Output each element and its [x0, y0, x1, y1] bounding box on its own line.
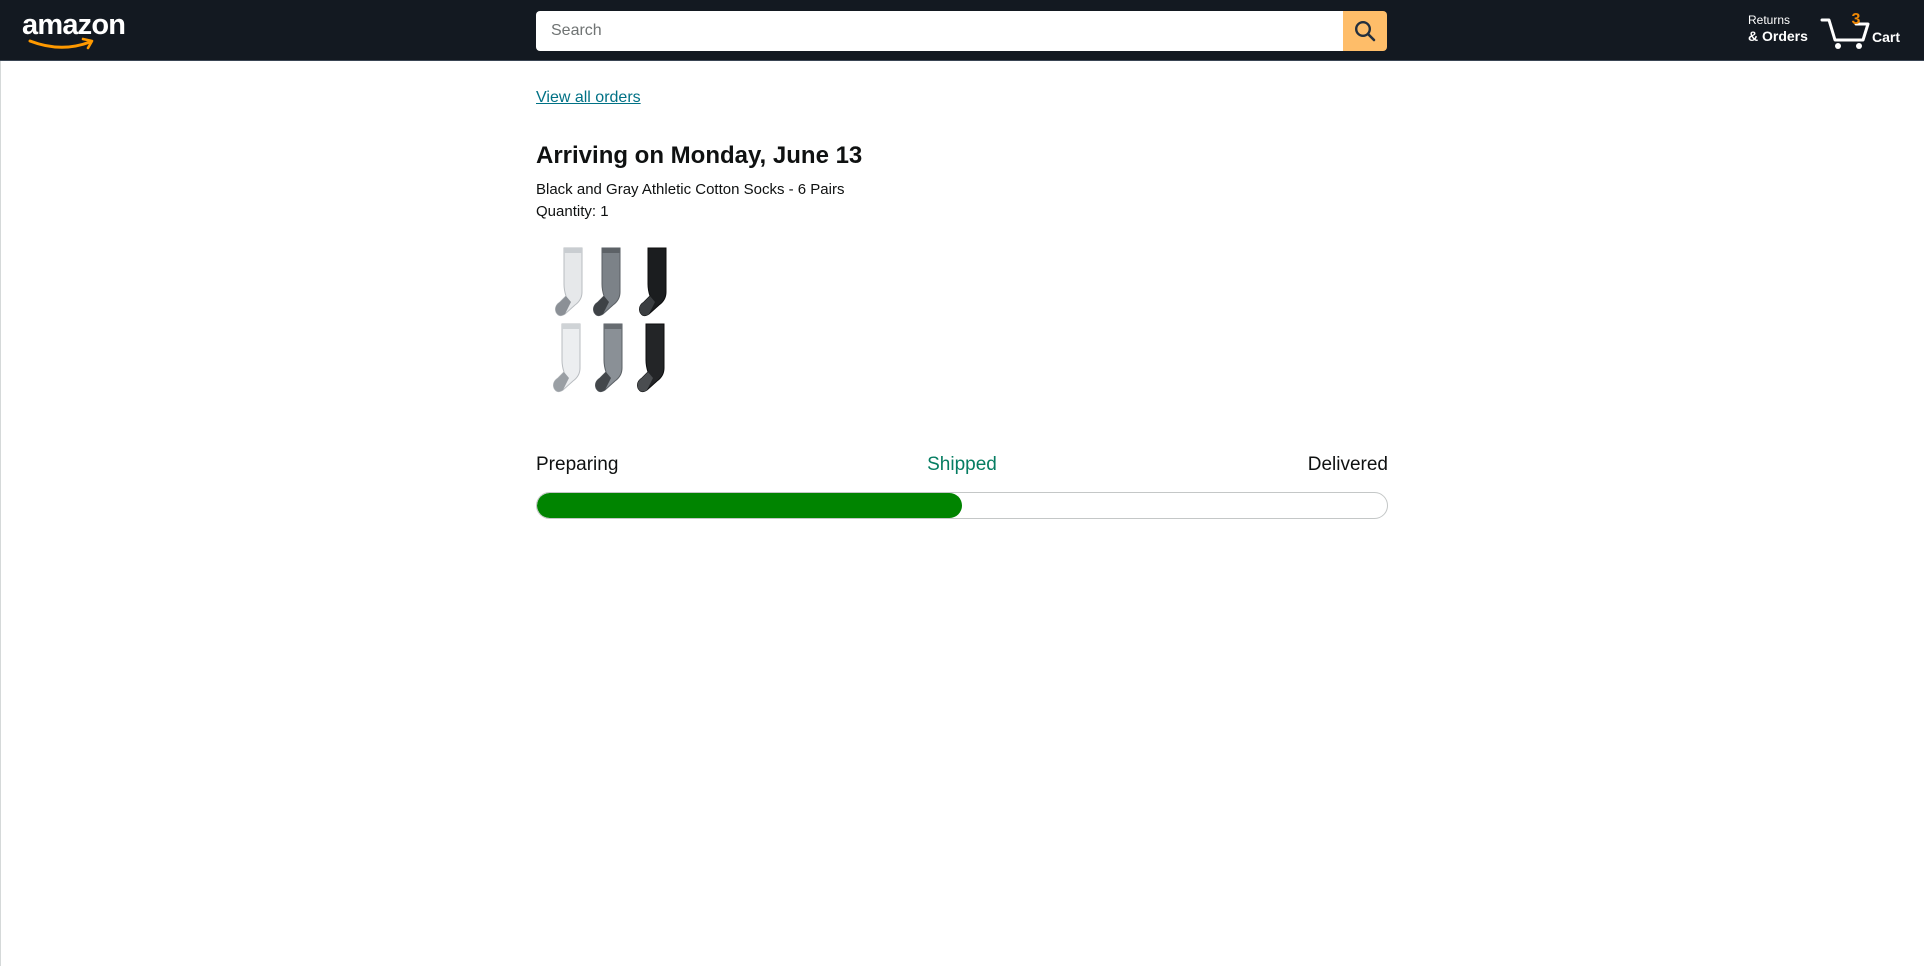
- logo-smile-arrow-icon: [28, 37, 94, 50]
- quantity-line: Quantity: 1: [536, 201, 609, 222]
- search-button[interactable]: [1343, 11, 1387, 51]
- quantity-value: 1: [600, 203, 609, 220]
- cart-count-badge: 3: [1851, 11, 1861, 28]
- orders-label: & Orders: [1748, 28, 1808, 44]
- search-input[interactable]: [536, 11, 1343, 51]
- product-image-socks[interactable]: [536, 246, 673, 397]
- arrival-heading: Arriving on Monday, June 13: [536, 142, 863, 169]
- search-bar: [536, 11, 1387, 51]
- logo-wordmark: amazon: [22, 9, 126, 41]
- returns-label: Returns: [1748, 13, 1791, 27]
- page-frame: [0, 0, 1924, 966]
- stage-delivered: Delivered: [1307, 454, 1388, 475]
- stage-shipped: Shipped: [927, 454, 997, 475]
- product-name: Black and Gray Athletic Cotton Socks - 6…: [536, 181, 845, 198]
- shipment-progress-bar: [536, 492, 1388, 519]
- quantity-label: Quantity:: [536, 203, 597, 220]
- shipment-progress-fill: [537, 493, 962, 518]
- cart-label: Cart: [1872, 29, 1901, 45]
- cart-button[interactable]: 3 Cart: [1820, 10, 1904, 50]
- search-icon: [1354, 20, 1376, 42]
- amazon-logo[interactable]: amazon: [22, 10, 126, 50]
- view-all-orders-link[interactable]: View all orders: [536, 89, 641, 107]
- shipment-progress-labels: Preparing Shipped Delivered: [536, 453, 1388, 477]
- top-navigation-bar: amazon Returns & Orders 3 Cart: [0, 0, 1924, 61]
- returns-and-orders-link[interactable]: Returns & Orders: [1748, 13, 1818, 47]
- stage-preparing: Preparing: [536, 454, 619, 475]
